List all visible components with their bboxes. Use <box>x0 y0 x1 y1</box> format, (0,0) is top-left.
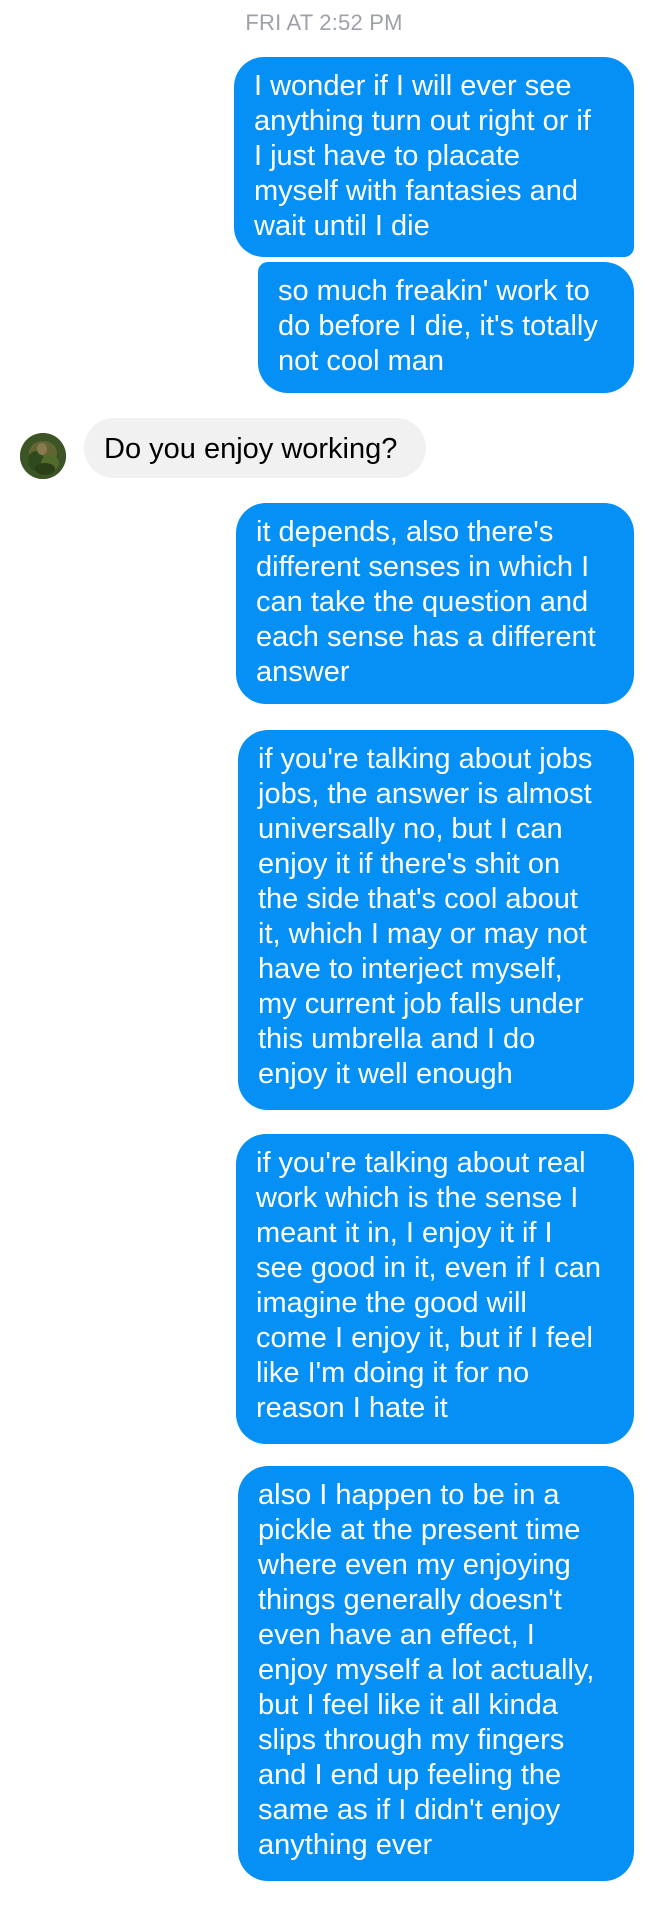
outgoing-message[interactable]: if you're talking about real work which … <box>236 1134 634 1444</box>
message-line: also I happen to be in a <box>258 1479 560 1511</box>
message-line: meant it in, I enjoy it if I <box>256 1217 553 1249</box>
message-line: see good in it, even if I can <box>256 1252 601 1284</box>
message-line: pickle at the present time <box>258 1514 581 1546</box>
message-line: enjoy it well enough <box>258 1058 513 1090</box>
message-line: come I enjoy it, but if I feel <box>256 1322 593 1354</box>
message-line: imagine the good will <box>256 1287 527 1319</box>
message-line: answer <box>256 656 350 688</box>
message-line: even have an effect, I <box>258 1619 535 1651</box>
message-line: reason I hate it <box>256 1392 448 1424</box>
avatar-image <box>20 433 66 479</box>
message-line: have to interject myself, <box>258 953 563 985</box>
message-line: myself with fantasies and <box>254 175 578 207</box>
message-line: Do you enjoy working? <box>104 433 398 465</box>
message-line: wait until I die <box>254 210 430 242</box>
message-line: I just have to placate <box>254 140 520 172</box>
message-line: the side that's cool about <box>258 883 578 915</box>
message-line: different senses in which I <box>256 551 590 583</box>
message-line: but I feel like it all kinda <box>258 1689 558 1721</box>
message-line: if you're talking about real <box>256 1147 586 1179</box>
message-line: universally no, but I can <box>258 813 563 845</box>
message-line: enjoy it if there's shit on <box>258 848 561 880</box>
message-line: same as if I didn't enjoy <box>258 1794 561 1826</box>
message-line: this umbrella and I do <box>258 1023 536 1055</box>
outgoing-message[interactable]: I wonder if I will ever see anything tur… <box>234 57 634 257</box>
message-line: slips through my fingers <box>258 1724 565 1756</box>
outgoing-message[interactable]: so much freakin' work to do before I die… <box>258 262 634 393</box>
message-line: anything ever <box>258 1829 433 1861</box>
message-line: things generally doesn't <box>258 1584 562 1616</box>
outgoing-message[interactable]: it depends, also there's different sense… <box>236 503 634 704</box>
message-line: it depends, also there's <box>256 516 554 548</box>
message-line: do before I die, it's totally <box>278 310 598 342</box>
message-line: like I'm doing it for no <box>256 1357 530 1389</box>
message-line: not cool man <box>278 345 445 377</box>
message-line: can take the question and <box>256 586 589 618</box>
message-line: each sense has a different <box>256 621 596 653</box>
message-line: anything turn out right or if <box>254 105 591 137</box>
message-line: where even my enjoying <box>258 1549 571 1581</box>
message-line: so much freakin' work to <box>278 275 590 307</box>
message-line: and I end up feeling the <box>258 1759 562 1791</box>
message-line: jobs, the answer is almost <box>258 778 592 810</box>
message-line: work which is the sense I <box>256 1182 579 1214</box>
conversation-timestamp: FRI AT 2:52 PM <box>245 10 403 35</box>
message-line: I wonder if I will ever see <box>254 70 572 102</box>
message-line: enjoy myself a lot actually, <box>258 1654 595 1686</box>
outgoing-message[interactable]: if you're talking about jobs jobs, the a… <box>238 730 634 1110</box>
outgoing-message[interactable]: also I happen to be in a pickle at the p… <box>238 1466 634 1881</box>
message-line: if you're talking about jobs <box>258 743 593 775</box>
message-line: my current job falls under <box>258 988 584 1020</box>
message-line: it, which I may or may not <box>258 918 587 950</box>
incoming-message[interactable]: Do you enjoy working? <box>84 418 426 478</box>
contact-avatar[interactable] <box>20 433 66 479</box>
